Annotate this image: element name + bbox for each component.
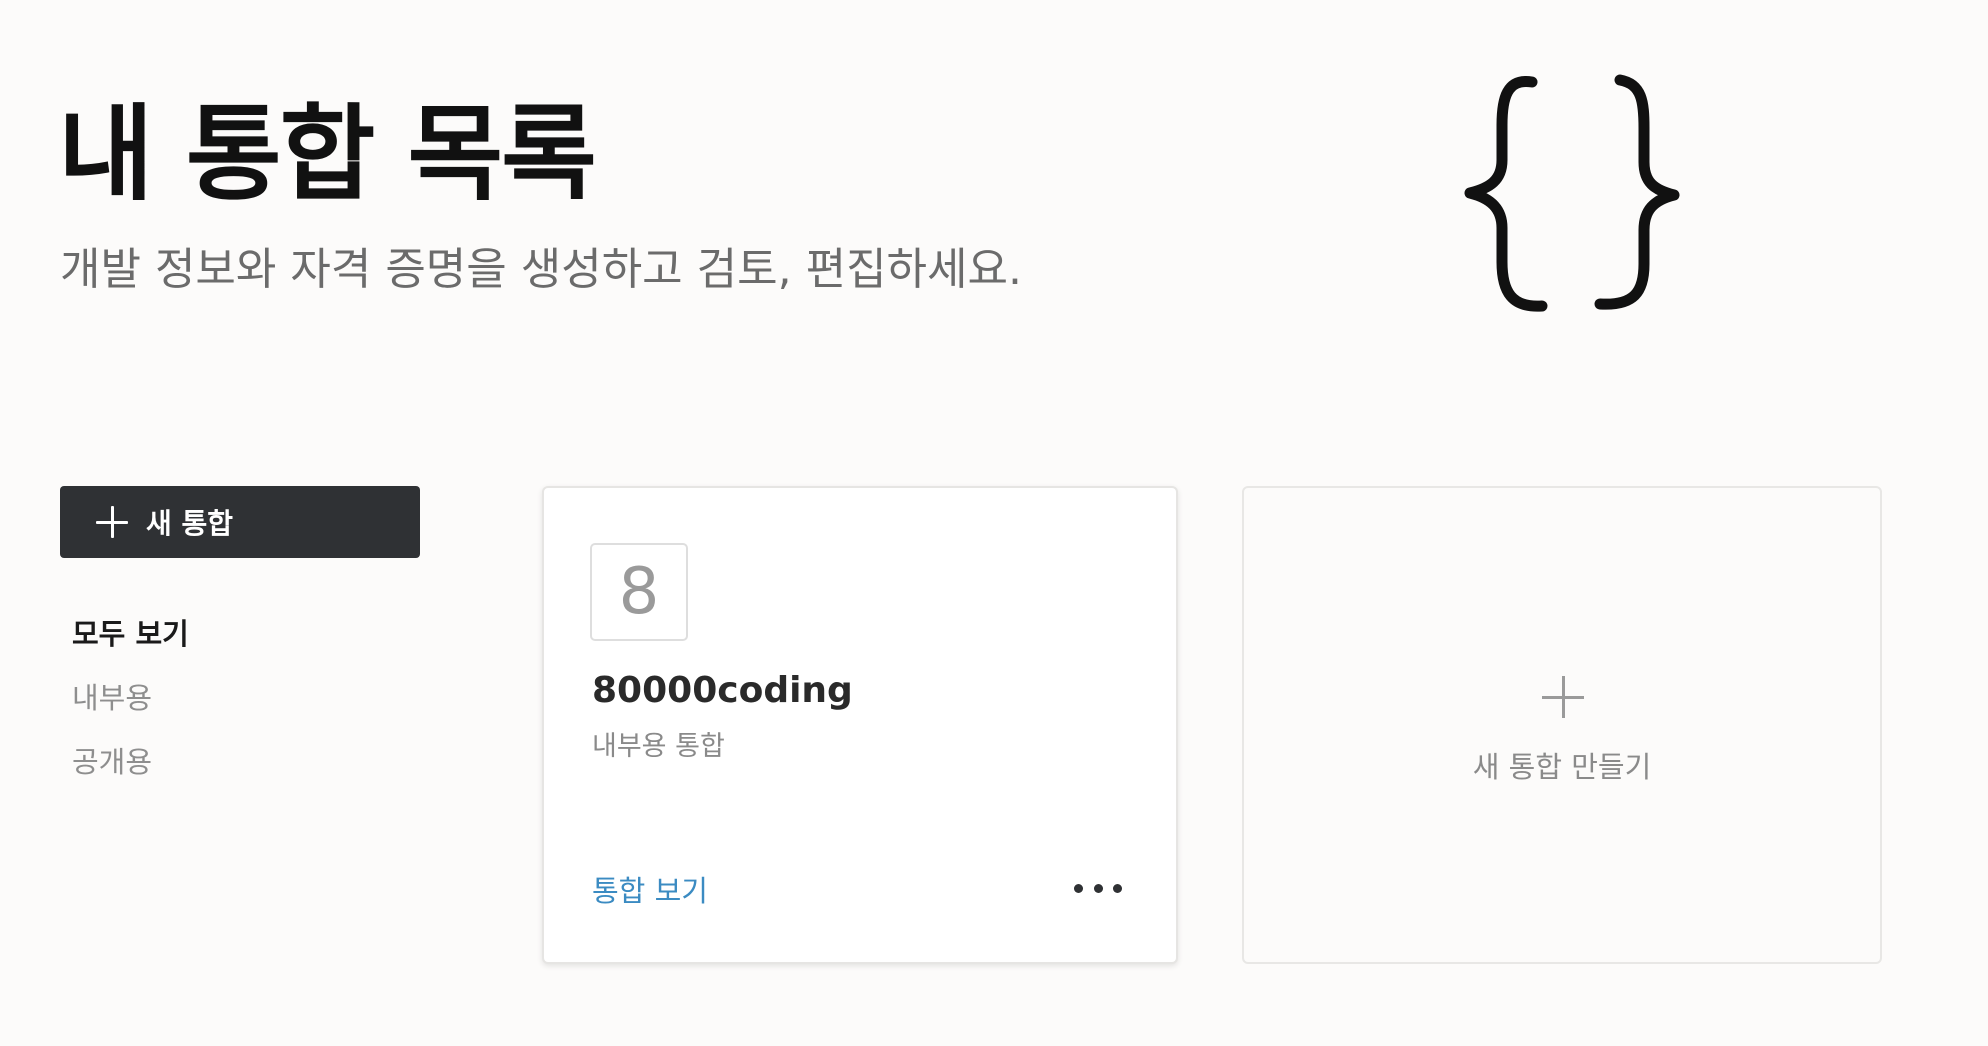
new-integration-button[interactable]: 새 통합 xyxy=(60,486,420,558)
integration-avatar: 8 xyxy=(590,543,688,641)
more-options-button[interactable] xyxy=(1074,870,1122,906)
more-horizontal-icon xyxy=(1113,883,1122,893)
integration-name: 80000coding xyxy=(592,670,853,711)
page-title: 내 통합 목록 xyxy=(58,93,597,215)
filter-item-all[interactable]: 모두 보기 xyxy=(72,612,189,676)
create-integration-label: 새 통합 만들기 xyxy=(1472,750,1652,784)
create-integration-card[interactable]: 새 통합 만들기 xyxy=(1242,486,1882,964)
integration-card[interactable]: 8 80000coding 내부용 통합 통합 보기 xyxy=(542,486,1178,964)
filter-item-internal[interactable]: 내부용 xyxy=(72,676,189,740)
plus-icon xyxy=(96,506,128,538)
curly-braces-icon xyxy=(1464,74,1680,312)
plus-icon xyxy=(1542,676,1584,718)
integration-type: 내부용 통합 xyxy=(592,731,725,762)
page-subtitle: 개발 정보와 자격 증명을 생성하고 검토, 편집하세요. xyxy=(60,244,1022,295)
filter-item-public[interactable]: 공개용 xyxy=(72,740,189,804)
new-integration-label: 새 통합 xyxy=(146,507,234,540)
more-horizontal-icon xyxy=(1093,883,1103,893)
view-integration-link[interactable]: 통합 보기 xyxy=(592,868,708,910)
filter-nav: 모두 보기 내부용 공개용 xyxy=(72,612,189,804)
more-horizontal-icon xyxy=(1074,883,1083,893)
